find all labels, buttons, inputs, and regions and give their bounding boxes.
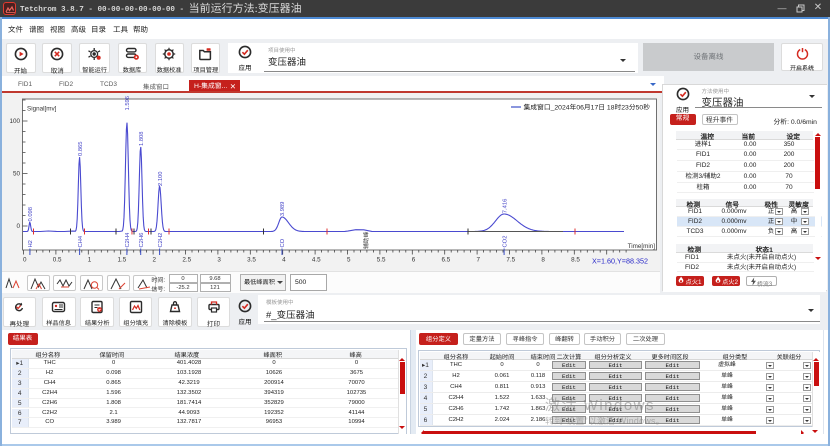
svg-text:C2H4: C2H4 xyxy=(125,231,131,247)
svg-text:4: 4 xyxy=(282,256,286,263)
svg-text:7.416: 7.416 xyxy=(502,198,508,213)
svg-text:CH4: CH4 xyxy=(78,235,84,247)
svg-text:6.5: 6.5 xyxy=(442,256,451,263)
svg-text:5.5: 5.5 xyxy=(377,256,386,263)
svg-text:0: 0 xyxy=(16,223,20,230)
svg-text:X=1.60,Y=88.352: X=1.60,Y=88.352 xyxy=(592,256,648,265)
svg-text:C2H2: C2H2 xyxy=(158,232,164,247)
svg-text:1.596: 1.596 xyxy=(125,95,131,110)
svg-text:8.5: 8.5 xyxy=(571,256,580,263)
svg-text:0: 0 xyxy=(23,256,27,263)
svg-text:0.098: 0.098 xyxy=(28,206,34,221)
svg-text:1.808: 1.808 xyxy=(139,131,145,146)
svg-text:0.5: 0.5 xyxy=(53,256,62,263)
svg-text:Signal[mv]: Signal[mv] xyxy=(27,105,57,112)
svg-text:5: 5 xyxy=(347,256,351,263)
svg-text:辅助峰: 辅助峰 xyxy=(361,231,370,249)
svg-text:1: 1 xyxy=(88,256,92,263)
svg-text:4.5: 4.5 xyxy=(312,256,321,263)
svg-text:0.865: 0.865 xyxy=(78,141,84,156)
svg-text:6: 6 xyxy=(412,256,416,263)
svg-text:C2H6: C2H6 xyxy=(139,232,145,247)
svg-text:1.5: 1.5 xyxy=(118,256,127,263)
svg-text:2.5: 2.5 xyxy=(182,256,191,263)
svg-text:2.100: 2.100 xyxy=(158,171,164,186)
svg-text:100: 100 xyxy=(9,118,20,125)
svg-text:50: 50 xyxy=(13,170,21,177)
svg-text:7: 7 xyxy=(477,256,481,263)
svg-text:3.5: 3.5 xyxy=(247,256,256,263)
svg-text:CO: CO xyxy=(280,238,286,247)
svg-text:Time[min]: Time[min] xyxy=(628,243,656,250)
svg-text:CO2: CO2 xyxy=(502,235,508,247)
svg-text:7.5: 7.5 xyxy=(506,256,515,263)
svg-text:集成窗口_2024年06月17日 18时23分50秒: 集成窗口_2024年06月17日 18时23分50秒 xyxy=(523,103,650,111)
svg-text:3: 3 xyxy=(217,256,221,263)
svg-text:2: 2 xyxy=(153,256,157,263)
svg-text:8: 8 xyxy=(541,256,545,263)
svg-text:3.989: 3.989 xyxy=(280,201,286,216)
svg-text:H2: H2 xyxy=(28,240,34,247)
